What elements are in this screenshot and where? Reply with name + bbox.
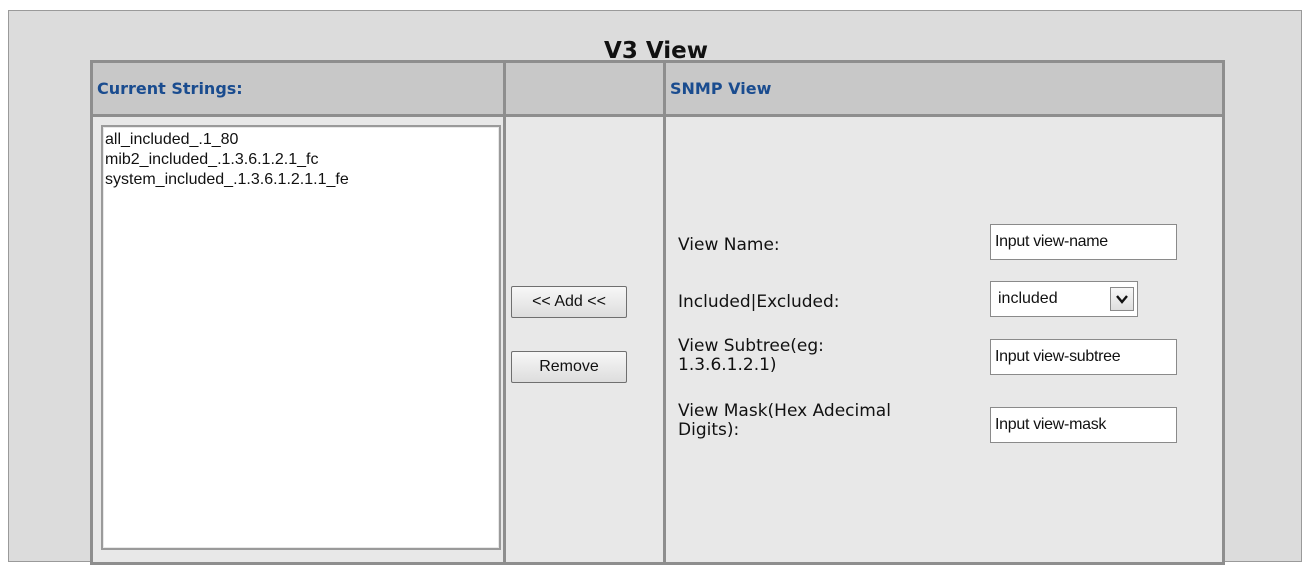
v3-view-table: Current Strings: SNMP View all_included_…: [90, 60, 1225, 565]
snmp-view-form: View Name: Input view-name Included|Excl…: [666, 117, 1222, 562]
chevron-down-icon[interactable]: [1110, 287, 1134, 311]
current-strings-header: Current Strings:: [93, 63, 503, 114]
included-excluded-label: Included|Excluded:: [678, 292, 840, 312]
remove-button[interactable]: Remove: [511, 351, 627, 383]
view-name-input[interactable]: Input view-name: [990, 224, 1177, 260]
action-buttons-cell: << Add << Remove: [506, 117, 663, 562]
view-subtree-label: View Subtree(eg: 1.3.6.1.2.1): [678, 336, 824, 375]
page-frame: V3 View Current Strings: SNMP View all_i…: [8, 10, 1302, 565]
view-mask-input[interactable]: Input view-mask: [990, 407, 1177, 443]
add-button[interactable]: << Add <<: [511, 286, 627, 318]
current-strings-listbox[interactable]: all_included_.1_80 mib2_included_.1.3.6.…: [101, 125, 501, 550]
current-strings-cell: all_included_.1_80 mib2_included_.1.3.6.…: [93, 117, 503, 562]
middle-header: [506, 63, 663, 114]
included-excluded-value: included: [998, 290, 1058, 307]
view-name-label: View Name:: [678, 235, 780, 255]
list-item[interactable]: system_included_.1.3.6.1.2.1.1_fe: [105, 170, 497, 190]
view-mask-label: View Mask(Hex Adecimal Digits):: [678, 401, 891, 440]
view-subtree-input[interactable]: Input view-subtree: [990, 339, 1177, 375]
list-item[interactable]: mib2_included_.1.3.6.1.2.1_fc: [105, 150, 497, 170]
snmp-view-header: SNMP View: [666, 63, 1222, 114]
included-excluded-select[interactable]: included: [990, 281, 1138, 317]
list-item[interactable]: all_included_.1_80: [105, 130, 497, 150]
